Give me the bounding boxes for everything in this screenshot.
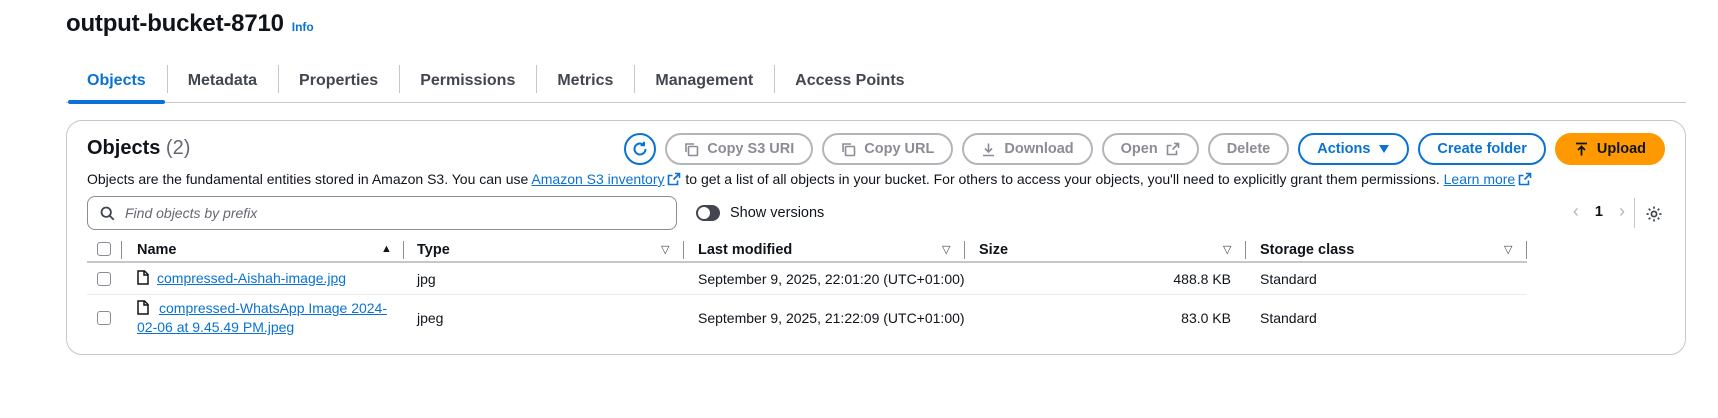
download-button[interactable]: Download	[962, 133, 1093, 165]
open-button[interactable]: Open	[1101, 133, 1199, 165]
objects-table: Name ▲ Type ▽ Last modified ▽ Size ▽ Sto…	[87, 239, 1527, 341]
object-storage-class: Standard	[1260, 271, 1317, 287]
select-all-checkbox[interactable]	[97, 242, 111, 256]
column-header-name[interactable]: Name	[137, 239, 177, 261]
show-versions-toggle[interactable]	[696, 205, 720, 221]
pager-divider	[1634, 198, 1635, 228]
sort-down-icon[interactable]: ▽	[1504, 243, 1512, 256]
show-versions-label: Show versions	[730, 205, 825, 221]
tab-access-points[interactable]: Access Points	[774, 60, 925, 103]
search-input[interactable]	[125, 205, 645, 221]
object-name-link[interactable]: compressed-Aishah-image.jpg	[157, 270, 346, 286]
pagination: ‹ 1 ›	[1573, 201, 1625, 222]
column-divider	[1526, 241, 1527, 259]
objects-panel: Objects (2) Copy S3 URI Copy URL Downloa…	[66, 120, 1686, 355]
description-text-1: Objects are the fundamental entities sto…	[87, 171, 532, 187]
object-name-link-line1[interactable]: compressed-WhatsApp Image 2024-	[159, 300, 387, 316]
tab-bar: Objects Metadata Properties Permissions …	[66, 60, 1686, 104]
column-header-storage-class[interactable]: Storage class	[1260, 239, 1354, 261]
objects-description: Objects are the fundamental entities sto…	[87, 171, 1532, 187]
column-header-type[interactable]: Type	[417, 239, 450, 261]
sort-down-icon[interactable]: ▽	[1223, 243, 1231, 256]
settings-gear-icon[interactable]	[1645, 205, 1663, 223]
upload-label: Upload	[1596, 141, 1646, 157]
upload-icon	[1575, 142, 1587, 155]
learn-more-link[interactable]: Learn more	[1444, 171, 1516, 187]
tab-permissions[interactable]: Permissions	[399, 60, 536, 103]
search-box	[87, 196, 677, 230]
sort-down-icon[interactable]: ▽	[661, 243, 669, 256]
open-label: Open	[1120, 141, 1158, 157]
download-icon	[983, 143, 995, 156]
search-icon	[100, 206, 115, 220]
tab-objects[interactable]: Objects	[66, 60, 167, 104]
tab-management[interactable]: Management	[634, 60, 774, 103]
table-row: compressed-Aishah-image.jpg jpg Septembe…	[87, 263, 1527, 295]
object-type: jpg	[417, 271, 436, 287]
object-size: 488.8 KB	[1173, 271, 1231, 287]
create-folder-button[interactable]: Create folder	[1418, 133, 1546, 165]
caret-down-icon	[1379, 145, 1390, 153]
refresh-icon	[633, 141, 647, 156]
objects-count: (2)	[165, 137, 191, 159]
download-label: Download	[1004, 141, 1074, 157]
column-divider	[1245, 241, 1246, 259]
actions-dropdown-button[interactable]: Actions	[1298, 133, 1410, 165]
page-header: output-bucket-8710 Info	[66, 10, 314, 38]
description-text-2: to get a list of all objects in your buc…	[681, 171, 1444, 187]
copy-s3-uri-button[interactable]: Copy S3 URI	[665, 133, 814, 165]
row-checkbox[interactable]	[97, 272, 111, 286]
s3-inventory-link[interactable]: Amazon S3 inventory	[531, 171, 664, 187]
delete-button[interactable]: Delete	[1207, 133, 1290, 165]
column-divider	[964, 241, 965, 259]
tab-metrics[interactable]: Metrics	[536, 60, 634, 103]
next-page-icon[interactable]: ›	[1619, 201, 1625, 222]
copy-url-label: Copy URL	[864, 141, 935, 157]
info-link[interactable]: Info	[292, 20, 314, 34]
copy-s3-uri-label: Copy S3 URI	[707, 141, 795, 157]
column-divider	[403, 241, 404, 259]
tab-properties[interactable]: Properties	[278, 60, 399, 103]
show-versions-control: Show versions	[696, 205, 824, 221]
table-header-row: Name ▲ Type ▽ Last modified ▽ Size ▽ Sto…	[87, 239, 1527, 263]
tab-metadata[interactable]: Metadata	[166, 60, 278, 103]
objects-heading-label: Objects	[87, 137, 161, 159]
object-last-modified: September 9, 2025, 22:01:20 (UTC+01:00)	[698, 271, 965, 287]
sort-ascending-icon[interactable]: ▲	[381, 243, 392, 255]
objects-toolbar: Copy S3 URI Copy URL Download Open Delet…	[624, 133, 1665, 165]
objects-heading: Objects (2)	[87, 137, 190, 160]
table-row: compressed-WhatsApp Image 2024- 02-06 at…	[87, 295, 1527, 341]
copy-icon	[842, 142, 856, 156]
object-last-modified: September 9, 2025, 21:22:09 (UTC+01:00)	[698, 310, 965, 326]
external-link-icon	[1518, 172, 1532, 186]
external-link-icon	[668, 172, 681, 186]
actions-label: Actions	[1317, 141, 1371, 157]
column-divider	[683, 241, 684, 259]
copy-url-button[interactable]: Copy URL	[822, 133, 954, 165]
upload-button[interactable]: Upload	[1554, 133, 1665, 165]
row-checkbox[interactable]	[97, 311, 111, 325]
current-page[interactable]: 1	[1595, 204, 1603, 220]
object-name-link-line2[interactable]: 02-06 at 9.45.49 PM.jpeg	[137, 319, 294, 335]
object-name-cell: compressed-WhatsApp Image 2024- 02-06 at…	[137, 299, 397, 337]
column-header-size[interactable]: Size	[979, 239, 1008, 261]
page-title: output-bucket-8710	[66, 10, 284, 37]
object-type: jpeg	[417, 310, 444, 326]
file-icon	[137, 270, 149, 285]
external-link-icon	[1166, 142, 1180, 156]
object-size: 83.0 KB	[1181, 310, 1231, 326]
object-name-cell: compressed-Aishah-image.jpg	[137, 269, 346, 288]
sort-down-icon[interactable]: ▽	[942, 243, 950, 256]
object-storage-class: Standard	[1260, 310, 1317, 326]
column-divider	[121, 241, 122, 259]
column-header-last-modified[interactable]: Last modified	[698, 239, 792, 261]
file-icon	[137, 300, 149, 315]
refresh-button[interactable]	[624, 133, 657, 165]
copy-icon	[685, 142, 699, 156]
previous-page-icon[interactable]: ‹	[1573, 201, 1579, 222]
